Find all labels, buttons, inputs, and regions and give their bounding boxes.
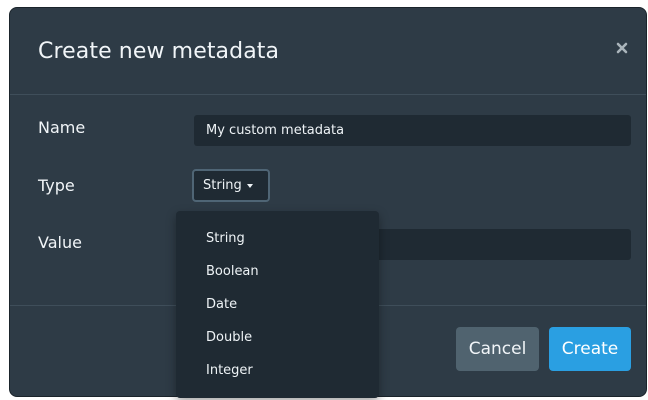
dropdown-item-boolean[interactable]: Boolean	[176, 255, 379, 288]
type-selected-value: String	[203, 178, 242, 193]
dialog-title: Create new metadata	[38, 39, 280, 64]
dialog-header: Create new metadata	[10, 8, 646, 95]
create-button[interactable]: Create	[549, 327, 631, 371]
name-label: Name	[38, 118, 86, 137]
type-label: Type	[38, 176, 75, 195]
type-dropdown-button[interactable]: String	[192, 169, 270, 202]
close-icon	[616, 42, 628, 54]
dropdown-item-integer[interactable]: Integer	[176, 354, 379, 387]
dropdown-item-date[interactable]: Date	[176, 288, 379, 321]
value-label: Value	[38, 233, 82, 252]
cancel-button[interactable]: Cancel	[456, 327, 539, 371]
dropdown-item-string[interactable]: String	[176, 222, 379, 255]
name-input[interactable]: My custom metadata	[194, 115, 631, 146]
dropdown-item-double[interactable]: Double	[176, 321, 379, 354]
caret-down-icon	[246, 183, 253, 188]
close-button[interactable]	[615, 41, 629, 55]
type-dropdown-menu: String Boolean Date Double Integer	[176, 211, 379, 398]
